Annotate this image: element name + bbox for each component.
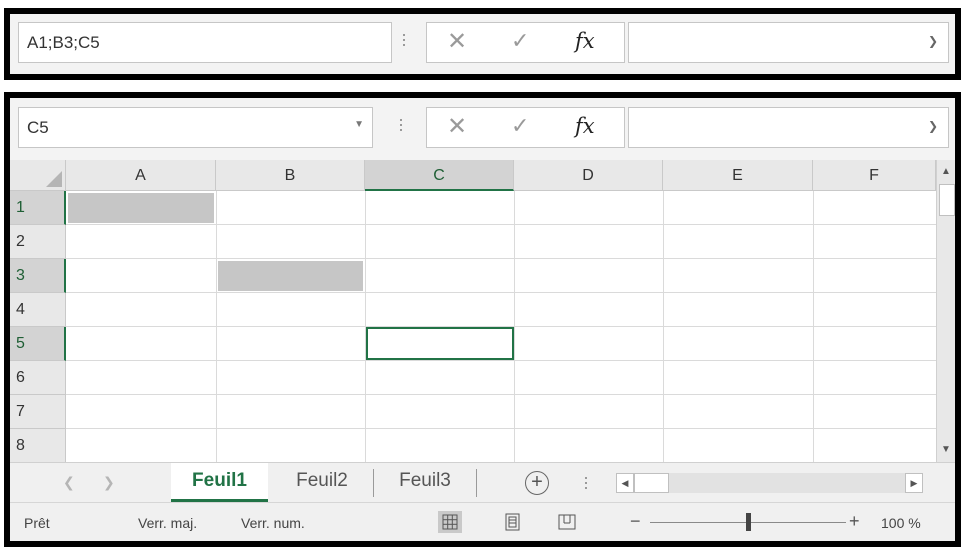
expand-formula-bar-icon[interactable]: ❯ bbox=[928, 34, 938, 48]
gridline bbox=[66, 224, 936, 225]
cancel-icon[interactable]: ✕ bbox=[447, 112, 467, 141]
status-ready: Prêt bbox=[24, 515, 50, 531]
formula-buttons: ✕ ✓ fx bbox=[426, 22, 625, 63]
zoom-in-button[interactable]: + bbox=[849, 511, 860, 532]
page-layout-icon bbox=[505, 513, 520, 531]
worksheet-grid[interactable]: A B C D E F 1 2 3 4 5 6 7 8 bbox=[10, 160, 955, 462]
zoom-out-button[interactable]: − bbox=[630, 511, 641, 532]
enter-check-icon[interactable]: ✓ bbox=[511, 113, 529, 139]
name-box[interactable]: A1;B3;C5 bbox=[18, 22, 392, 63]
name-box-value: C5 bbox=[27, 117, 49, 137]
sheet-tab-feuil1[interactable]: Feuil1 bbox=[171, 463, 268, 502]
sheet-tabs-bar: ❮ ❯ Feuil1 Feuil2 Feuil3 + ◀ ▶ bbox=[10, 462, 955, 502]
normal-view-button[interactable] bbox=[438, 511, 462, 533]
formula-bar-grip-icon[interactable] bbox=[403, 31, 407, 49]
zoom-level[interactable]: 100 % bbox=[881, 515, 921, 531]
page-break-icon bbox=[558, 514, 576, 530]
active-cell-c5[interactable] bbox=[366, 327, 514, 360]
formula-input[interactable]: ❯ bbox=[628, 107, 949, 148]
horizontal-scroll-thumb[interactable] bbox=[634, 473, 669, 493]
name-box[interactable]: C5 ▼ bbox=[18, 107, 373, 148]
scroll-left-icon[interactable]: ◀ bbox=[616, 473, 634, 493]
sheet-tab-feuil2[interactable]: Feuil2 bbox=[274, 463, 370, 502]
tab-splitter-grip-icon[interactable] bbox=[585, 474, 589, 492]
gridline bbox=[66, 258, 936, 259]
tab-scroll-left-icon[interactable]: ❮ bbox=[63, 474, 75, 491]
row-header-4[interactable]: 4 bbox=[10, 293, 66, 327]
row-header-7[interactable]: 7 bbox=[10, 395, 66, 429]
tab-divider bbox=[373, 469, 374, 497]
zoom-slider-thumb[interactable] bbox=[746, 513, 751, 531]
selected-cell-b3[interactable] bbox=[218, 261, 363, 291]
row-header-6[interactable]: 6 bbox=[10, 361, 66, 395]
status-num-lock: Verr. num. bbox=[241, 515, 305, 531]
tab-divider bbox=[476, 469, 477, 497]
column-header-c[interactable]: C bbox=[365, 160, 514, 191]
add-sheet-icon[interactable]: + bbox=[525, 471, 549, 495]
column-header-b[interactable]: B bbox=[216, 160, 365, 191]
formula-bar-grip-icon[interactable] bbox=[400, 116, 404, 134]
grid-view-icon bbox=[442, 514, 458, 530]
gridline bbox=[66, 292, 936, 293]
vertical-scroll-thumb[interactable] bbox=[939, 184, 955, 216]
row-header-3[interactable]: 3 bbox=[10, 259, 66, 293]
insert-function-icon[interactable]: fx bbox=[575, 114, 595, 138]
gridline bbox=[66, 428, 936, 429]
select-all-triangle-icon bbox=[46, 171, 62, 187]
gridline bbox=[66, 394, 936, 395]
column-header-f[interactable]: F bbox=[813, 160, 936, 191]
expand-formula-bar-icon[interactable]: ❯ bbox=[928, 119, 938, 133]
row-header-8[interactable]: 8 bbox=[10, 429, 66, 462]
formula-bar-panel-top: A1;B3;C5 ✕ ✓ fx ❯ bbox=[4, 8, 961, 80]
status-caps-lock: Verr. maj. bbox=[138, 515, 198, 531]
vertical-scrollbar[interactable]: ▲ ▼ bbox=[936, 160, 955, 462]
column-header-e[interactable]: E bbox=[663, 160, 813, 191]
formula-buttons: ✕ ✓ fx bbox=[426, 107, 625, 148]
scroll-right-icon[interactable]: ▶ bbox=[905, 473, 923, 493]
name-box-value: A1;B3;C5 bbox=[27, 32, 100, 52]
column-header-a[interactable]: A bbox=[66, 160, 216, 191]
row-header-1[interactable]: 1 bbox=[10, 191, 66, 225]
scroll-down-icon[interactable]: ▼ bbox=[941, 444, 951, 455]
sheet-tab-feuil3[interactable]: Feuil3 bbox=[377, 463, 473, 502]
enter-check-icon[interactable]: ✓ bbox=[511, 28, 529, 54]
insert-function-icon[interactable]: fx bbox=[575, 29, 595, 53]
select-all-corner[interactable] bbox=[10, 160, 66, 191]
gridline bbox=[66, 360, 936, 361]
selected-cell-a1[interactable] bbox=[68, 193, 214, 223]
status-bar: Prêt Verr. maj. Verr. num. − + 100 % bbox=[10, 502, 955, 541]
column-header-d[interactable]: D bbox=[514, 160, 663, 191]
tab-scroll-right-icon[interactable]: ❯ bbox=[103, 474, 115, 491]
row-header-5[interactable]: 5 bbox=[10, 327, 66, 361]
row-header-2[interactable]: 2 bbox=[10, 225, 66, 259]
scroll-up-icon[interactable]: ▲ bbox=[941, 166, 951, 177]
chevron-down-icon[interactable]: ▼ bbox=[354, 119, 364, 130]
excel-window: C5 ▼ ✕ ✓ fx ❯ A B C D E F 1 2 3 4 5 6 7 … bbox=[4, 92, 961, 547]
page-layout-view-button[interactable] bbox=[501, 511, 525, 533]
formula-input[interactable]: ❯ bbox=[628, 22, 949, 63]
horizontal-scroll-track[interactable] bbox=[669, 473, 905, 493]
page-break-view-button[interactable] bbox=[555, 511, 579, 533]
cancel-icon[interactable]: ✕ bbox=[447, 27, 467, 56]
